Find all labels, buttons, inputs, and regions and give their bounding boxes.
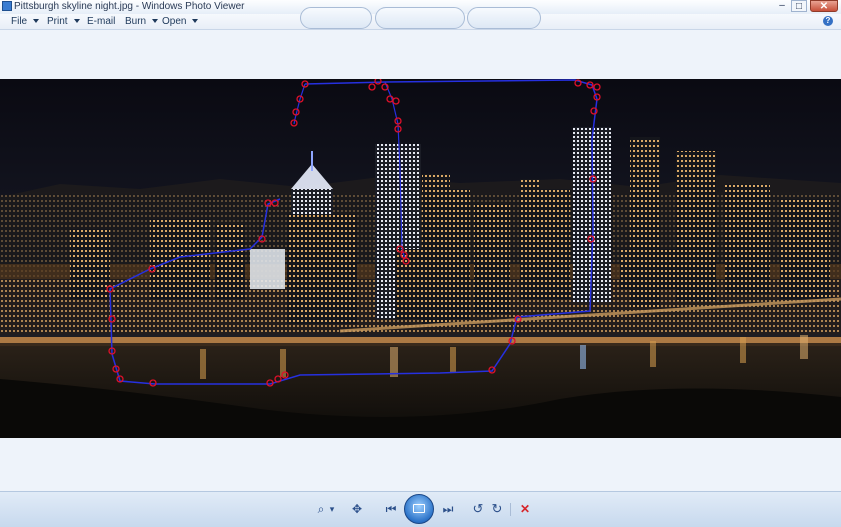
photo-viewer-app-icon (2, 1, 12, 11)
photo-display (0, 79, 841, 438)
menu-open-label: Open (162, 16, 187, 27)
magnifier-icon[interactable]: ⌕ (314, 501, 328, 517)
maximize-button[interactable]: □ (791, 0, 807, 12)
edit-group (467, 7, 541, 29)
actual-size-icon[interactable]: ✥ (350, 501, 364, 517)
zoom-dropdown-icon[interactable]: ▾ (328, 501, 336, 517)
pittsburgh-skyline-photo (0, 79, 841, 438)
rotate-clockwise-icon[interactable]: ↻ (490, 501, 504, 517)
slideshow-icon (413, 504, 425, 513)
chevron-down-icon (192, 19, 199, 24)
menu-print[interactable]: Print (47, 15, 80, 28)
help-icon[interactable]: ? (823, 16, 833, 26)
menu-file[interactable]: File (11, 15, 40, 28)
slideshow-button[interactable] (404, 494, 434, 524)
menu-open[interactable]: Open (162, 15, 199, 28)
menu-burn[interactable]: Burn (125, 15, 159, 28)
minimize-button[interactable]: – (774, 0, 790, 12)
next-icon[interactable]: ⏭ (440, 501, 456, 517)
chevron-down-icon (73, 19, 80, 24)
menu-print-label: Print (47, 16, 68, 27)
menu-burn-label: Burn (125, 16, 147, 27)
window-title: Pittsburgh skyline night.jpg - Windows P… (14, 1, 245, 12)
menu-email[interactable]: E-mail (87, 15, 115, 28)
zoom-group (300, 7, 372, 29)
chevron-down-icon (152, 19, 159, 24)
rotate-counterclockwise-icon[interactable]: ↺ (471, 501, 485, 517)
menu-email-label: E-mail (87, 16, 116, 27)
chevron-down-icon (33, 19, 40, 24)
menu-file-label: File (11, 16, 28, 27)
previous-icon[interactable]: ⏮ (383, 501, 399, 517)
close-button[interactable]: ✕ (810, 0, 838, 12)
delete-icon[interactable]: ✕ (518, 501, 532, 517)
navigation-group (375, 7, 465, 29)
toolbar-separator (510, 503, 511, 516)
